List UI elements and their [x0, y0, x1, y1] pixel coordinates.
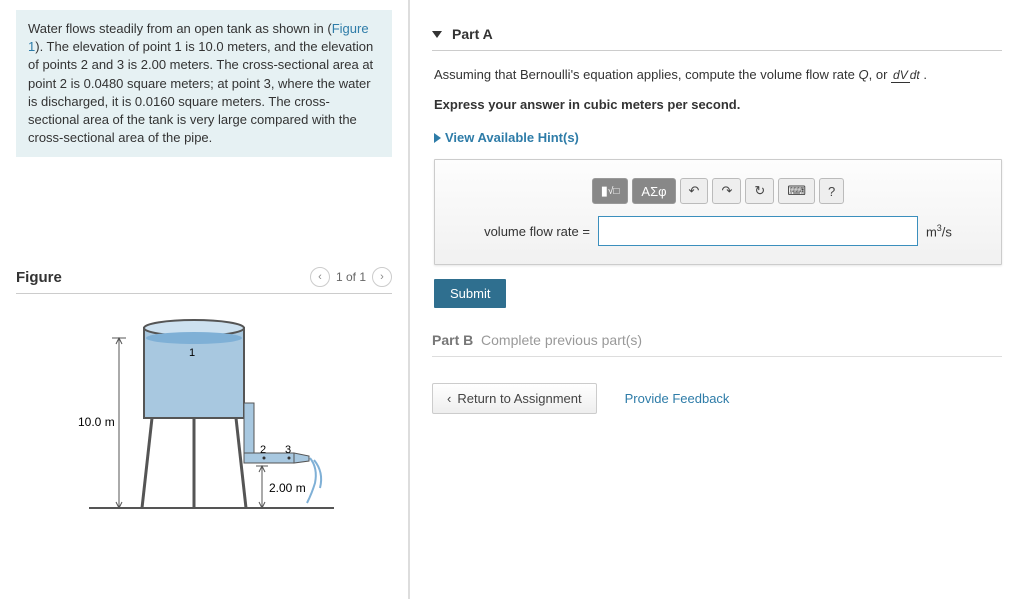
- svg-text:1: 1: [189, 347, 195, 359]
- reset-button[interactable]: ↻: [745, 178, 774, 204]
- undo-button[interactable]: ↶: [680, 178, 709, 204]
- svg-text:2: 2: [260, 444, 266, 456]
- part-a-header[interactable]: Part A: [432, 16, 1002, 51]
- chevron-left-icon: ‹: [447, 391, 451, 406]
- provide-feedback-link[interactable]: Provide Feedback: [625, 391, 730, 406]
- svg-text:3: 3: [285, 444, 291, 456]
- help-button[interactable]: ?: [819, 178, 844, 204]
- caret-down-icon: [432, 31, 442, 38]
- problem-text-a: Water flows steadily from an open tank a…: [28, 21, 332, 36]
- svg-text:2.00 m: 2.00 m: [269, 481, 306, 495]
- answer-label: volume flow rate =: [484, 224, 590, 239]
- submit-button[interactable]: Submit: [434, 279, 506, 308]
- figure-prev-button[interactable]: ‹: [310, 267, 330, 287]
- part-a-title: Part A: [452, 26, 493, 42]
- part-b-header: Part B Complete previous part(s): [432, 332, 1002, 357]
- answer-unit: m3/s: [926, 223, 952, 239]
- part-a-prompt: Assuming that Bernoulli's equation appli…: [434, 65, 1002, 85]
- svg-text:10.0 m: 10.0 m: [78, 415, 115, 429]
- caret-right-icon: [434, 133, 441, 143]
- view-hints-link[interactable]: View Available Hint(s): [434, 124, 1002, 159]
- figure-diagram: 1 2 3 10.0 m 2.00 m: [16, 308, 392, 521]
- figure-title: Figure: [16, 269, 62, 286]
- return-to-assignment-button[interactable]: ‹ Return to Assignment: [432, 383, 597, 414]
- problem-statement: Water flows steadily from an open tank a…: [16, 10, 392, 157]
- template-tool-button[interactable]: ▮√□: [592, 178, 629, 204]
- greek-tool-button[interactable]: ΑΣφ: [632, 178, 675, 204]
- figure-next-button[interactable]: ›: [372, 267, 392, 287]
- keyboard-button[interactable]: ⌨: [778, 178, 815, 204]
- redo-button[interactable]: ↷: [712, 178, 741, 204]
- answer-input[interactable]: [598, 216, 918, 246]
- answer-box: ▮√□ ΑΣφ ↶ ↷ ↻ ⌨ ? volume flow rate = m3/…: [434, 159, 1002, 265]
- express-instruction: Express your answer in cubic meters per …: [434, 95, 1002, 115]
- figure-counter: 1 of 1: [336, 270, 366, 284]
- problem-text-b: ). The elevation of point 1 is 10.0 mete…: [28, 39, 373, 145]
